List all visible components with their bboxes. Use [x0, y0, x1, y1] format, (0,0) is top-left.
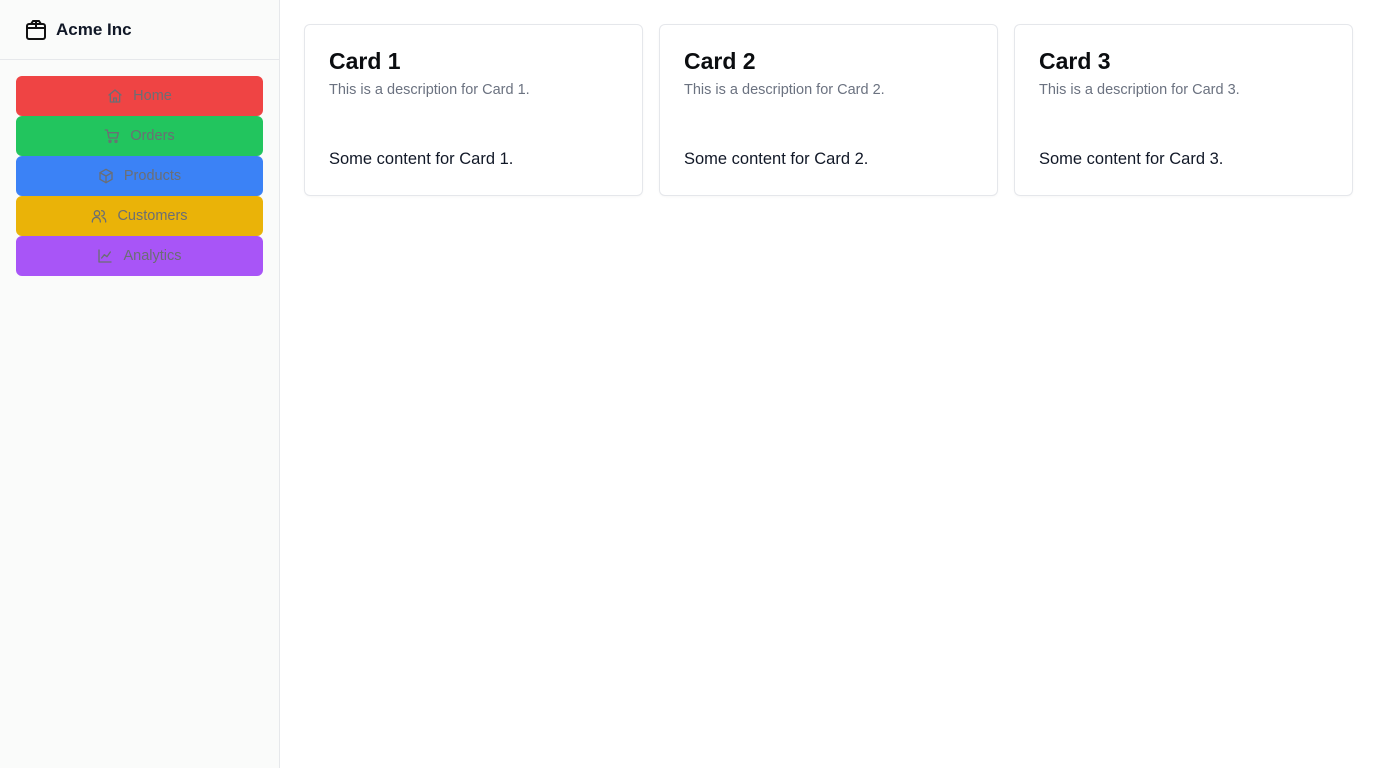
card-grid: Card 1 This is a description for Card 1.…: [304, 24, 1353, 196]
card-content: Some content for Card 1.: [329, 150, 514, 168]
sidebar-item-label: Customers: [117, 208, 188, 224]
card-description: This is a description for Card 3.: [1039, 82, 1240, 98]
sidebar-item-products[interactable]: Products: [16, 156, 263, 196]
main-content: Card 1 This is a description for Card 1.…: [280, 0, 1376, 768]
sidebar-item-home[interactable]: Home: [16, 76, 263, 116]
sidebar-nav: Home Orders Products Customers Analytics: [0, 60, 279, 276]
card-description: This is a description for Card 2.: [684, 82, 885, 98]
card-content: Some content for Card 3.: [1039, 150, 1224, 168]
package-icon: [98, 168, 114, 184]
package-icon: [24, 18, 48, 42]
users-icon: [91, 208, 107, 224]
home-icon: [107, 88, 123, 104]
shopping-cart-icon: [104, 128, 120, 144]
sidebar: Acme Inc Home Orders Products Customers …: [0, 0, 280, 768]
card: Card 2 This is a description for Card 2.…: [659, 24, 998, 196]
card-title: Card 1: [329, 48, 401, 74]
sidebar-item-customers[interactable]: Customers: [16, 196, 263, 236]
brand-name: Acme Inc: [56, 19, 132, 39]
sidebar-item-label: Orders: [130, 128, 175, 144]
card-content: Some content for Card 2.: [684, 150, 869, 168]
card-title: Card 2: [684, 48, 756, 74]
brand-header[interactable]: Acme Inc: [0, 0, 279, 60]
card-title: Card 3: [1039, 48, 1111, 74]
sidebar-item-label: Home: [133, 88, 172, 104]
sidebar-item-label: Products: [123, 168, 182, 184]
app-root: Acme Inc Home Orders Products Customers …: [0, 0, 1376, 768]
sidebar-item-analytics[interactable]: Analytics: [16, 236, 263, 276]
sidebar-item-orders[interactable]: Orders: [16, 116, 263, 156]
card: Card 1 This is a description for Card 1.…: [304, 24, 643, 196]
sidebar-item-label: Analytics: [123, 248, 182, 264]
card-description: This is a description for Card 1.: [329, 82, 530, 98]
line-chart-icon: [97, 248, 113, 264]
card: Card 3 This is a description for Card 3.…: [1014, 24, 1353, 196]
